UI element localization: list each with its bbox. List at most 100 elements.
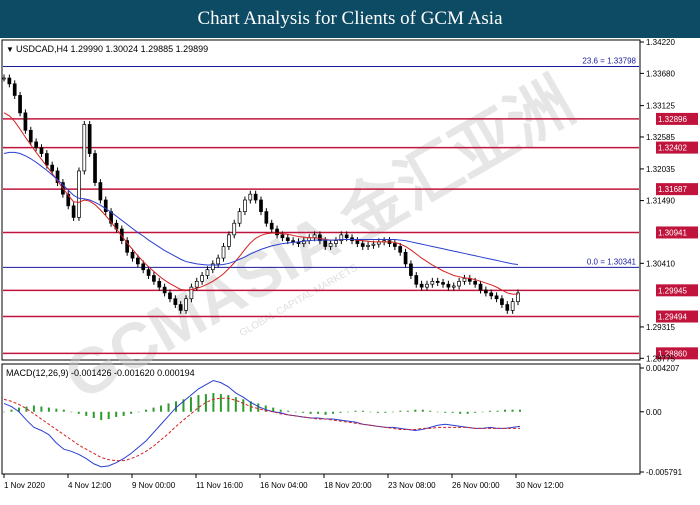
macd-histogram-bar (347, 411, 349, 413)
macd-histogram-bar (122, 411, 125, 416)
candle-body (489, 292, 494, 297)
candle-body (243, 199, 247, 212)
candle-body (494, 295, 499, 300)
x-tick-label: 9 Nov 00:00 (132, 481, 176, 490)
macd-histogram-bar (10, 409, 13, 412)
x-tick-label: 1 Nov 2020 (4, 481, 45, 490)
macd-histogram-bar (511, 409, 514, 412)
macd-histogram-bar (242, 399, 245, 412)
macd-histogram-bar (92, 411, 95, 419)
y-tick-label: 1.33680 (646, 69, 675, 78)
candle-body (28, 129, 33, 143)
candle-body (50, 164, 55, 172)
candle-body (194, 280, 199, 288)
candle-body (253, 193, 258, 201)
candle-body (18, 95, 22, 114)
candle-body (457, 280, 461, 287)
macd-histogram-bar (421, 409, 424, 412)
candle-body (285, 237, 290, 242)
macd-histogram-bar (62, 409, 65, 412)
fib-label: 0.0 = 1.30341 (587, 257, 637, 266)
macd-histogram-bar (197, 395, 200, 412)
macd-histogram-bar (451, 411, 454, 413)
y-tick-label: 1.28775 (646, 354, 675, 363)
candle-body (398, 246, 403, 253)
x-tick-label: 30 Nov 12:00 (516, 481, 564, 490)
macd-histogram-bar (317, 411, 320, 414)
candle-body (505, 304, 510, 311)
macd-histogram-bar (444, 411, 447, 413)
candle-body (291, 240, 295, 243)
candle-body (366, 244, 370, 247)
candle-body (435, 280, 440, 283)
macd-histogram-bar (130, 411, 133, 414)
candle-body (259, 199, 263, 212)
candle-body (430, 280, 435, 285)
candle-body (484, 289, 488, 294)
macd-histogram-bar (100, 411, 103, 421)
candle-body (264, 211, 269, 224)
triangle-down-icon[interactable]: ▼ (6, 45, 14, 54)
candle-body (34, 141, 38, 149)
candle-body (360, 243, 365, 247)
candle-body (98, 182, 103, 201)
level-label: 1.32402 (658, 144, 687, 153)
macd-histogram-bar (504, 409, 507, 412)
level-label: 1.30941 (658, 228, 687, 237)
candle-body (162, 286, 167, 294)
candle-body (152, 275, 156, 282)
x-tick-label: 4 Nov 12:00 (68, 481, 112, 490)
candle-body (446, 283, 451, 288)
macd-histogram-bar (55, 408, 58, 412)
macd-histogram-bar (481, 411, 484, 413)
candle-body (275, 228, 279, 236)
macd-histogram-bar (279, 409, 282, 412)
y-tick-label: 1.32585 (646, 133, 675, 142)
macd-y-tick-label: -0.005791 (646, 468, 683, 477)
candle-body (173, 298, 178, 305)
macd-histogram-bar (474, 411, 477, 413)
macd-histogram-bar (212, 393, 215, 412)
candle-body (136, 257, 140, 265)
candle-body (23, 112, 28, 131)
x-axis: 1 Nov 2020 4 Nov 12:00 9 Nov 00:00 11 Nov 1… (3, 474, 564, 490)
macd-histogram-bar (257, 403, 260, 412)
candle-body (371, 243, 376, 246)
candle-body (334, 240, 338, 244)
candle-body (77, 170, 81, 218)
candle-body (478, 283, 483, 291)
macd-histogram-bar (399, 410, 402, 412)
macd-histogram-bar (40, 406, 43, 412)
candle-body (178, 304, 183, 311)
macd-histogram-bar (466, 411, 469, 414)
candle-body (93, 153, 97, 183)
macd-histogram-bar (324, 411, 327, 415)
candle-body (414, 275, 419, 285)
level-label: 1.29494 (658, 313, 687, 322)
candle-body (200, 275, 204, 282)
candle-body (221, 246, 226, 259)
candle-body (82, 124, 87, 172)
candle-body (168, 292, 172, 300)
candle-body (462, 278, 467, 282)
level-label: 1.32896 (658, 115, 687, 124)
x-tick-label: 18 Nov 20:00 (324, 481, 372, 490)
candle-body (419, 283, 424, 288)
macd-histogram-bar (85, 411, 88, 416)
candle-body (393, 243, 397, 247)
candle-body (355, 240, 360, 244)
candle-body (87, 124, 92, 154)
banner-title: Chart Analysis for Clients of GCM Asia (0, 0, 700, 38)
x-tick-label: 26 Nov 00:00 (452, 481, 500, 490)
macd-histogram-bar (160, 405, 163, 412)
macd-histogram-bar (107, 411, 110, 420)
macd-histogram-bar (459, 411, 462, 414)
macd-histogram-bar (3, 411, 5, 413)
macd-histogram-bar (376, 411, 379, 413)
macd-histogram-bar (137, 411, 140, 413)
candle-body (500, 298, 504, 305)
macd-histogram-bar (369, 411, 372, 413)
candle-body (237, 211, 242, 224)
macd-histogram-bar (489, 410, 492, 412)
candle-body (473, 280, 478, 285)
